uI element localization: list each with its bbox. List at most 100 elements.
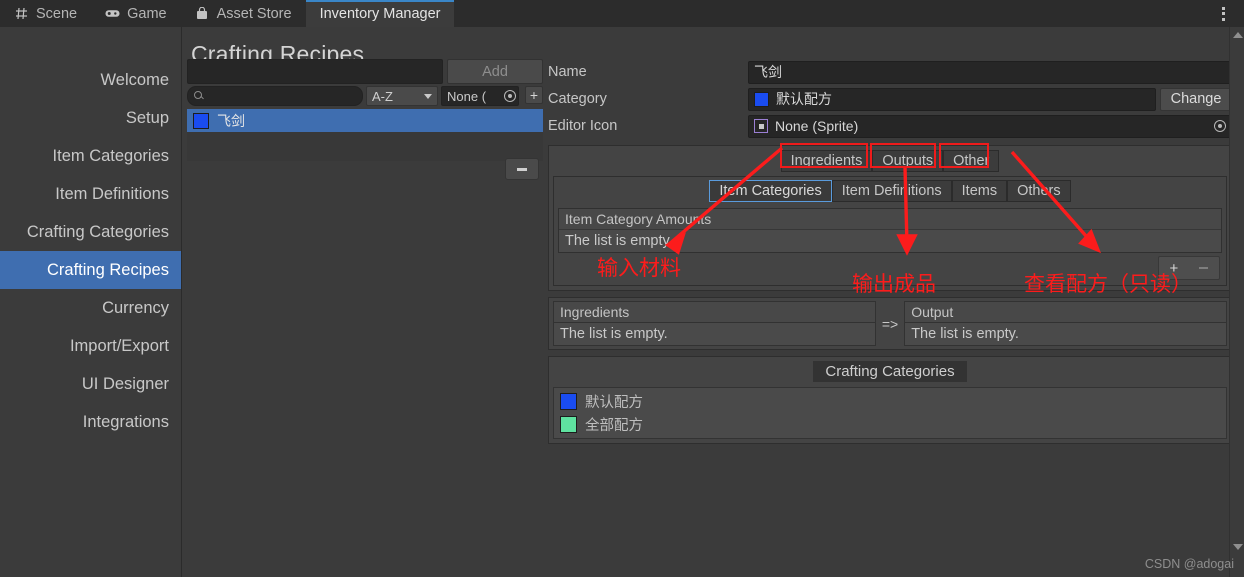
- sprite-icon: [754, 119, 768, 133]
- tab-asset-store[interactable]: Asset Store: [181, 0, 306, 27]
- sidebar: Welcome Setup Item Categories Item Defin…: [0, 27, 182, 577]
- io-preview-wrap: Ingredients The list is empty. => Output…: [549, 298, 1231, 349]
- editor-icon-field-row: Editor Icon None (Sprite): [548, 113, 1232, 139]
- sidebar-item-label: Item Categories: [52, 146, 169, 165]
- tab-ingredients[interactable]: Ingredients: [780, 150, 873, 172]
- category-field[interactable]: 默认配方: [748, 87, 1156, 111]
- change-category-button[interactable]: Change: [1160, 87, 1232, 111]
- amounts-list-footer: +: [554, 255, 1226, 285]
- tab-game-label: Game: [127, 5, 167, 22]
- sidebar-item-label: Import/Export: [69, 336, 169, 355]
- sidebar-item-label: Crafting Categories: [26, 222, 169, 241]
- kebab-menu-icon[interactable]: [1212, 0, 1234, 27]
- editor-icon-field[interactable]: None (Sprite): [748, 114, 1232, 138]
- sidebar-item-label: UI Designer: [81, 374, 169, 393]
- category-filter-value: None (: [447, 88, 487, 104]
- list-item[interactable]: 全部配方: [554, 413, 1226, 436]
- main-content: Crafting Recipes Add A-Z None ( + 飞剑 Nam…: [182, 27, 1244, 577]
- source-tabstrip: Item Categories Item Definitions Items O…: [554, 177, 1226, 206]
- output-preview-empty: The list is empty.: [904, 322, 1228, 346]
- io-preview-panel: Ingredients The list is empty. => Output…: [548, 297, 1232, 350]
- sidebar-item-label: Item Definitions: [55, 184, 169, 203]
- chevron-down-icon: [424, 93, 432, 99]
- scroll-down-icon[interactable]: [1230, 539, 1244, 555]
- sidebar-item-crafting-recipes[interactable]: Crafting Recipes: [0, 251, 181, 289]
- minus-icon: [517, 167, 527, 171]
- search-input[interactable]: [187, 86, 363, 106]
- editor-tab-bar: Scene Game Asset Store Inventory Manager: [0, 0, 1244, 27]
- list-item[interactable]: 默认配方: [554, 390, 1226, 413]
- category-name-label: 全部配方: [585, 418, 643, 434]
- crafting-categories-title-wrap: Crafting Categories: [549, 357, 1231, 387]
- sidebar-item-currency[interactable]: Currency: [0, 289, 181, 327]
- grid-icon: [14, 6, 29, 21]
- object-picker-icon[interactable]: [504, 90, 516, 102]
- sidebar-item-label: Welcome: [100, 70, 169, 89]
- sidebar-item-integrations[interactable]: Integrations: [0, 403, 181, 441]
- ingredients-preview-empty: The list is empty.: [553, 322, 876, 346]
- sort-dropdown-value: A-Z: [372, 88, 393, 104]
- filter-row: A-Z None ( +: [187, 86, 543, 106]
- category-color-swatch: [560, 416, 577, 433]
- ingredients-outputs-panel: Ingredients Outputs Other Item Categorie…: [548, 145, 1232, 291]
- crafting-categories-list: 默认配方 全部配方: [553, 387, 1227, 439]
- source-panel: Item Categories Item Definitions Items O…: [553, 176, 1227, 286]
- sidebar-item-label: Currency: [102, 298, 169, 317]
- list-item[interactable]: 飞剑: [187, 109, 543, 132]
- unity-editor-window: Scene Game Asset Store Inventory Manager…: [0, 0, 1244, 577]
- tab-items[interactable]: Items: [951, 180, 1008, 202]
- sidebar-item-setup[interactable]: Setup: [0, 99, 181, 137]
- sidebar-item-ui-designer[interactable]: UI Designer: [0, 365, 181, 403]
- category-name-label: 默认配方: [585, 395, 643, 411]
- tab-inventory-manager-label: Inventory Manager: [319, 5, 441, 22]
- add-recipe-row: Add: [187, 59, 543, 84]
- amounts-list-empty: The list is empty.: [559, 230, 1221, 252]
- search-icon: [194, 91, 204, 101]
- tab-others[interactable]: Others: [1007, 180, 1071, 202]
- sidebar-item-label: Crafting Recipes: [47, 260, 169, 279]
- new-recipe-name-input[interactable]: [187, 59, 443, 84]
- tab-item-categories[interactable]: Item Categories: [709, 180, 832, 202]
- category-field-value: 默认配方: [776, 91, 832, 107]
- scroll-up-icon[interactable]: [1230, 27, 1244, 43]
- mode-tabstrip: Ingredients Outputs Other: [549, 146, 1231, 176]
- sidebar-item-item-definitions[interactable]: Item Definitions: [0, 175, 181, 213]
- sidebar-item-item-categories[interactable]: Item Categories: [0, 137, 181, 175]
- sidebar-item-import-export[interactable]: Import/Export: [0, 327, 181, 365]
- crafting-categories-panel: Crafting Categories 默认配方 全部配方: [548, 356, 1232, 444]
- tab-inventory-manager[interactable]: Inventory Manager: [305, 0, 455, 27]
- vertical-scrollbar[interactable]: [1229, 27, 1244, 577]
- object-picker-icon[interactable]: [1214, 120, 1226, 132]
- sort-dropdown[interactable]: A-Z: [366, 86, 438, 106]
- category-filter-object-field[interactable]: None (: [441, 86, 519, 106]
- output-preview-header: Output: [904, 301, 1228, 322]
- category-color-swatch: [754, 91, 769, 107]
- name-field[interactable]: 飞剑: [748, 60, 1232, 84]
- remove-amount-button[interactable]: [1199, 266, 1209, 270]
- recipe-color-swatch: [193, 112, 209, 129]
- io-arrow-label: =>: [881, 315, 899, 332]
- tab-item-definitions[interactable]: Item Definitions: [831, 180, 952, 202]
- recipe-name-label: 飞剑: [217, 112, 245, 129]
- add-amount-button[interactable]: +: [1170, 261, 1179, 276]
- sidebar-item-crafting-categories[interactable]: Crafting Categories: [0, 213, 181, 251]
- name-field-value: 飞剑: [754, 64, 782, 80]
- tab-scene[interactable]: Scene: [0, 0, 91, 27]
- tab-game[interactable]: Game: [91, 0, 181, 27]
- sidebar-item-welcome[interactable]: Welcome: [0, 61, 181, 99]
- tab-outputs[interactable]: Outputs: [872, 150, 944, 172]
- shopping-bag-icon: [195, 6, 210, 21]
- name-field-label: Name: [548, 64, 587, 80]
- add-button[interactable]: Add: [447, 59, 543, 84]
- editor-icon-field-label: Editor Icon: [548, 118, 618, 134]
- tab-scene-label: Scene: [36, 5, 78, 22]
- remove-recipe-button[interactable]: [505, 158, 539, 180]
- ingredients-preview-header: Ingredients: [553, 301, 876, 322]
- category-color-swatch: [560, 393, 577, 410]
- amounts-add-remove-group: +: [1158, 256, 1220, 280]
- category-field-label: Category: [548, 91, 607, 107]
- add-filter-button[interactable]: +: [525, 86, 543, 104]
- item-category-amounts-list: Item Category Amounts The list is empty.: [558, 208, 1222, 253]
- ingredients-preview-column: Ingredients The list is empty.: [553, 301, 876, 346]
- tab-other[interactable]: Other: [943, 150, 1000, 172]
